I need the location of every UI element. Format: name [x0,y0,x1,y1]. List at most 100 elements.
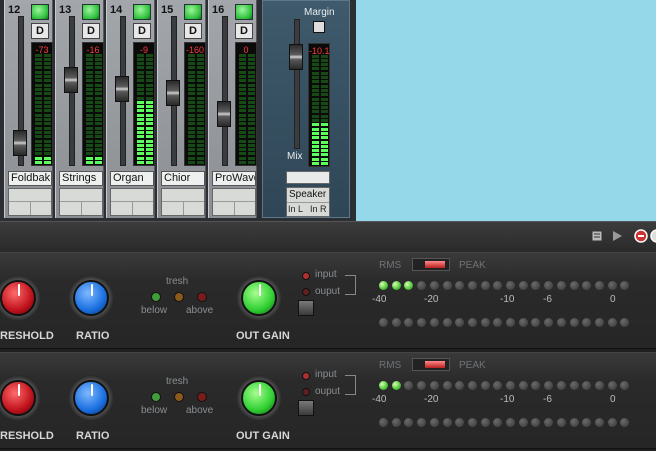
scale-label: -40 [372,394,387,405]
fader-track[interactable] [222,16,228,166]
reduction-meter-led [607,318,617,327]
channel-io-box[interactable] [110,188,154,216]
play-icon[interactable] [610,229,624,243]
meter-segment [44,148,51,152]
gain-meter-led [442,381,452,390]
d-button[interactable]: D [133,23,151,39]
meter-segment [146,57,153,61]
rms-peak-toggle[interactable] [412,358,450,371]
channel-select-button[interactable] [184,4,202,20]
meter-segment [312,110,319,114]
master-fader-track[interactable] [294,19,300,149]
channel-fader[interactable] [13,130,27,157]
meter-segment [312,162,319,165]
channel-select-button[interactable] [31,4,49,20]
meter-segment [312,149,319,153]
threshold-knob[interactable] [0,280,36,316]
meter-segment [248,57,255,61]
port-right[interactable]: In R [310,204,327,214]
channel-io-box[interactable] [8,188,52,216]
close-icon[interactable] [634,229,648,243]
channel-fader[interactable] [64,66,78,93]
channel-name-field[interactable]: Organ [110,171,154,186]
meter-segment [86,57,93,61]
meter-segment [95,135,102,139]
meter-segment [239,139,246,143]
meter-segment [95,126,102,130]
meter-segment [197,66,204,70]
reduction-meter-led [607,418,617,427]
channel-select-button[interactable] [133,4,151,20]
reduction-meter-led [429,318,439,327]
d-button[interactable]: D [82,23,100,39]
meter-segment [44,53,51,57]
meter-segment [146,79,153,83]
reduction-meter-led [455,318,465,327]
gain-meter-led [480,281,490,290]
d-button[interactable]: D [235,23,253,39]
port-left[interactable]: In L [288,204,303,214]
meter-segment [86,75,93,78]
channel-io-box[interactable] [59,188,103,216]
ratio-knob[interactable] [73,380,109,416]
meter-segment [35,57,42,61]
meter-segment [44,100,51,104]
meter-segment [312,93,319,97]
ratio-knob[interactable] [73,280,109,316]
meter-source-button[interactable] [298,300,314,316]
channel-name-field[interactable]: Chior [161,171,205,186]
channel-fader[interactable] [115,75,129,102]
meter-segment [248,152,255,156]
master-fader[interactable] [289,44,303,71]
channel-io-box[interactable] [212,188,256,216]
meter-segment [321,119,328,122]
meter-segment [95,122,102,126]
channel-select-button[interactable] [235,4,253,20]
master-name-field[interactable] [286,171,330,184]
list-icon[interactable] [590,229,604,243]
input-led [302,372,310,380]
channel-select-button[interactable] [82,4,100,20]
speaker-output-box[interactable]: Speaker In L In R [286,187,330,217]
threshold-knob[interactable] [0,380,36,416]
meter-segment [137,135,144,139]
channel-fader[interactable] [217,100,231,127]
meter-segment [86,87,93,91]
meter-segment [137,57,144,61]
out-gain-knob[interactable] [241,280,277,316]
d-button[interactable]: D [184,23,202,39]
out-gain-knob[interactable] [241,380,277,416]
meter-segment [321,136,328,140]
d-button[interactable]: D [31,23,49,39]
meter-segment [239,122,246,126]
reduction-meter-led [467,418,477,427]
meter-segment [146,92,153,96]
channel-name-field[interactable]: Foldbak [8,171,52,186]
input-label: input [315,269,337,280]
meter-segment [312,67,319,71]
gain-meter-led [391,381,401,390]
minimize-icon[interactable] [650,229,656,243]
meter-segment [248,83,255,87]
meter-segment [188,66,195,70]
meter-segment [146,96,153,100]
channel-fader[interactable] [166,79,180,106]
meter-segment [321,97,328,101]
meter-segment [44,83,51,87]
meter-segment [197,161,204,164]
margin-button[interactable] [313,21,325,33]
channel-name-field[interactable]: ProWave [212,171,256,186]
mix-label: Mix [287,151,303,162]
meter-segment [248,100,255,104]
input-label: input [315,369,337,380]
meter-segment [248,87,255,91]
meter-segment [44,87,51,91]
meter-segment [44,109,51,113]
meter-segment [146,66,153,70]
rms-peak-toggle[interactable] [412,258,450,271]
channel-io-box[interactable] [161,188,205,216]
meter-segment [188,79,195,83]
meter-source-button[interactable] [298,400,314,416]
channel-name-field[interactable]: Strings [59,171,103,186]
meter-segment [86,161,93,164]
